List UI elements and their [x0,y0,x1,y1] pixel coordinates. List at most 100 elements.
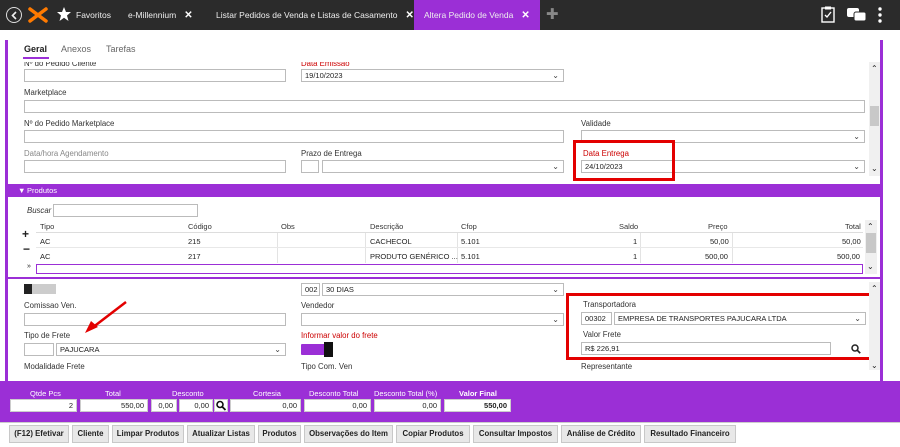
cell-descricao: CACHECOL [370,237,412,246]
col-tipo[interactable]: Tipo [40,222,54,231]
cell-total: 50,00 [842,237,861,246]
valor-final-label: Valor Final [459,389,497,398]
col-total[interactable]: Total [845,222,861,231]
marketplace-input[interactable] [24,100,865,113]
tipo-frete-select[interactable]: PAJUCARA ⌄ [56,343,286,356]
back-icon[interactable] [6,7,22,23]
limpar-produtos-button[interactable]: Limpar Produtos [112,425,184,443]
tab-label: e-Millennium [128,10,177,20]
chevron-down-icon: ⌄ [552,162,559,171]
subtab-tarefas[interactable]: Tarefas [106,44,136,54]
tipo-frete-code[interactable] [24,343,54,356]
col-preco[interactable]: Preço [708,222,728,231]
atualizar-listas-button[interactable]: Atualizar Listas [187,425,255,443]
cell-descricao: PRODUTO GENÉRICO ... [370,252,458,261]
cliente-input[interactable] [24,69,286,82]
tab-altera-pedido[interactable]: Altera Pedido de Venda ✕ [414,0,540,30]
close-icon[interactable]: ✕ [405,10,413,21]
cell-tipo: AC [40,252,51,261]
qtde-label: Qtde Pcs [30,389,61,398]
new-tab-icon[interactable]: ✚ [546,6,560,24]
chevron-down-icon[interactable]: ⌄ [871,361,878,370]
col-descricao[interactable]: Descrição [370,222,403,231]
col-codigo[interactable]: Código [188,222,212,231]
chevron-down-icon[interactable]: ⌄ [871,164,878,173]
tab-label: Listar Pedidos de Venda e Listas de Casa… [216,10,398,20]
comissao-input[interactable] [24,313,286,326]
chevron-down-icon[interactable]: ⌄ [867,262,874,271]
efetivar-button[interactable]: (F12) Efetivar [9,425,69,443]
chevron-up-icon[interactable]: ⌃ [871,64,878,73]
pedido-marketplace-input[interactable] [24,130,564,143]
expand-icon[interactable]: » [27,263,31,270]
produtos-button[interactable]: Produtos [258,425,301,443]
col-saldo[interactable]: Saldo [619,222,638,231]
comissao-label: Comissao Ven. [24,301,77,310]
collapse-icon[interactable]: ▼ [18,186,25,195]
clipboard-icon[interactable] [821,6,837,24]
add-row-icon[interactable]: + [22,227,29,241]
vendedor-select[interactable]: ⌄ [301,313,564,326]
col-cfop[interactable]: Cfop [461,222,477,231]
chevron-up-icon[interactable]: ⌃ [867,222,874,231]
agendamento-input[interactable] [24,160,286,173]
tipo-frete-value: PAJUCARA [60,345,100,354]
desconto-value[interactable]: 0,00 [151,399,177,412]
buscar-label: Buscar [27,206,52,215]
cond-name-select[interactable]: 30 DIAS ⌄ [322,283,564,296]
toggle-knob[interactable] [324,342,333,357]
analise-credito-button[interactable]: Análise de Crédito [561,425,641,443]
more-menu-icon[interactable] [877,7,883,23]
section-divider [8,277,880,279]
scrollbar-thumb[interactable] [866,233,876,253]
frame-border-right [880,40,883,385]
chevron-down-icon: ⌄ [552,71,559,80]
chevron-down-icon: ⌄ [552,315,559,324]
search-icon[interactable] [214,399,228,412]
chevron-down-icon: ⌄ [853,162,860,171]
observacoes-item-button[interactable]: Observações do Item [304,425,393,443]
remove-row-icon[interactable]: − [23,242,30,256]
tab-favoritos[interactable]: Favoritos [76,0,111,30]
star-icon[interactable] [56,6,72,22]
highlight-data-entrega [573,140,675,181]
highlight-transportadora [566,293,874,360]
chevron-down-icon: ⌄ [274,345,281,354]
desconto-label: Desconto [172,389,204,398]
prazo-select[interactable]: ⌄ [322,160,564,173]
produtos-header[interactable]: ▼ Produtos [8,184,880,197]
buscar-input[interactable] [53,204,198,217]
validade-label: Validade [581,119,611,128]
app-logo-icon [27,6,49,24]
total-value: 550,00 [80,399,148,412]
resultado-financeiro-button[interactable]: Resultado Financeiro [644,425,736,443]
produtos-header-label: Produtos [27,186,58,195]
representante-label: Representante [581,362,633,371]
cond-name-value: 30 DIAS [326,285,354,294]
tab-listar-pedidos[interactable]: Listar Pedidos de Venda e Listas de Casa… [216,0,414,30]
col-obs[interactable]: Obs [281,222,295,231]
copiar-produtos-button[interactable]: Copiar Produtos [396,425,470,443]
subtab-label: Anexos [61,44,92,54]
chat-icon[interactable] [847,8,867,22]
cell-tipo: AC [40,237,51,246]
emissao-select[interactable]: 19/10/2023 ⌄ [301,69,564,82]
close-icon[interactable]: ✕ [184,10,192,21]
desc-pct-label: Desconto Total (%) [374,389,438,398]
cliente-button[interactable]: Cliente [72,425,109,443]
lower-scrollbar[interactable] [869,282,880,370]
close-icon[interactable]: ✕ [521,10,529,21]
subtab-anexos[interactable]: Anexos [61,44,91,54]
cond-code-input[interactable]: 002 [301,283,320,296]
desc-pct-value: 0,00 [374,399,441,412]
agendamento-label: Data/hora Agendamento [24,149,109,158]
chevron-up-icon[interactable]: ⌃ [871,284,878,293]
scrollbar-thumb[interactable] [870,106,879,126]
prazo-input[interactable] [301,160,319,173]
new-row-editor[interactable] [36,264,863,274]
consultar-impostos-button[interactable]: Consultar Impostos [473,425,558,443]
desconto-value-2[interactable]: 0,00 [179,399,213,412]
subtab-geral[interactable]: Geral [24,44,47,54]
tab-emillennium[interactable]: e-Millennium ✕ [128,0,193,30]
vendedor-label: Vendedor [301,301,335,310]
